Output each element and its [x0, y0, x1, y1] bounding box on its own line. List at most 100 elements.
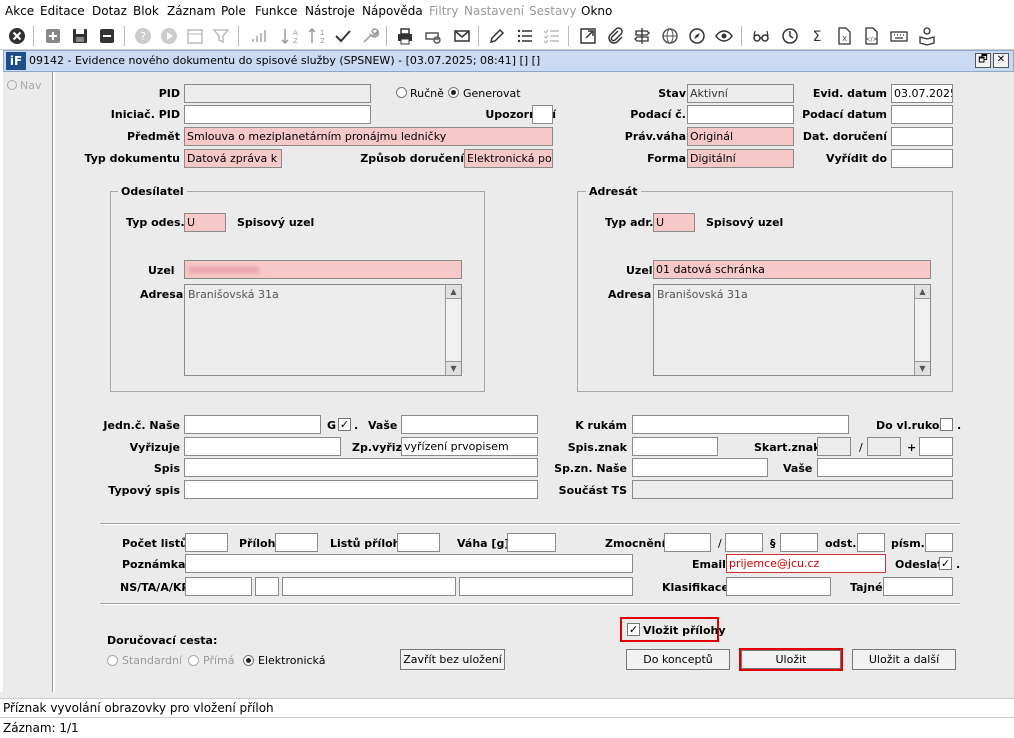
- sum-icon[interactable]: Σ: [806, 25, 828, 47]
- zp-vyriz-field[interactable]: vyřízení prvopisem: [401, 437, 538, 456]
- upozorneni-field[interactable]: [532, 105, 553, 124]
- k-rukam-field[interactable]: [632, 415, 849, 434]
- adr-adresa-scrollbar[interactable]: ▲ ▼: [914, 285, 930, 375]
- eye-icon[interactable]: [713, 25, 735, 47]
- menu-okno[interactable]: Okno: [581, 4, 612, 18]
- keyboard-icon[interactable]: [888, 25, 910, 47]
- vase-field[interactable]: [401, 415, 538, 434]
- odeslat-checkbox[interactable]: ✓: [939, 557, 952, 570]
- restore-window-button[interactable]: 🗗: [975, 53, 991, 68]
- list-icon[interactable]: [514, 25, 536, 47]
- predmet-field[interactable]: Smlouva o meziplanetárním pronájmu ledni…: [184, 127, 553, 146]
- globe-icon[interactable]: [659, 25, 681, 47]
- email-field[interactable]: prijemce@jcu.cz: [726, 554, 886, 573]
- g-checkbox[interactable]: ✓: [338, 418, 351, 431]
- inic-pid-field[interactable]: [184, 105, 371, 124]
- clock-icon[interactable]: [779, 25, 801, 47]
- code-file-icon[interactable]: </>: [860, 25, 882, 47]
- spis-field[interactable]: [184, 458, 538, 477]
- kp-field[interactable]: [459, 577, 633, 596]
- dat-doruceni-field[interactable]: [891, 127, 953, 146]
- attachment-icon[interactable]: [604, 25, 626, 47]
- evid-datum-field[interactable]: 03.07.2025: [891, 84, 953, 103]
- print-icon[interactable]: [394, 25, 416, 47]
- pocet-listu-field[interactable]: [185, 533, 228, 552]
- remove-record-icon[interactable]: [96, 25, 118, 47]
- forma-field[interactable]: Digitální: [687, 149, 794, 168]
- mail-icon[interactable]: [451, 25, 473, 47]
- listu-priloh-field[interactable]: [397, 533, 440, 552]
- print-preview-icon[interactable]: [422, 25, 444, 47]
- close-window-button[interactable]: ✕: [993, 53, 1009, 68]
- priloh-field[interactable]: [275, 533, 318, 552]
- menu-pole[interactable]: Pole: [221, 4, 246, 18]
- check-icon[interactable]: [332, 25, 354, 47]
- jednc-nase-field[interactable]: [184, 415, 321, 434]
- save-icon[interactable]: [69, 25, 91, 47]
- ns-field[interactable]: [185, 577, 252, 596]
- zpusob-doruceni-field[interactable]: Elektronická pošta: [464, 149, 553, 168]
- typ-dokumentu-field[interactable]: Datová zpráva k od: [184, 149, 282, 168]
- menu-blok[interactable]: Blok: [133, 4, 159, 18]
- odes-adresa-field[interactable]: Branišovská 31a ▲ ▼: [184, 284, 462, 376]
- tajne-field[interactable]: [883, 577, 953, 596]
- vlozit-prilohy-checkbox[interactable]: ✓: [627, 623, 640, 636]
- excel-icon[interactable]: X: [833, 25, 855, 47]
- scroll-up-icon[interactable]: ▲: [915, 285, 930, 299]
- podaci-datum-field[interactable]: [891, 105, 953, 124]
- glasses-icon[interactable]: [750, 25, 772, 47]
- vyrizuje-field[interactable]: [184, 437, 341, 456]
- sp-zn-nase-field[interactable]: [632, 458, 768, 477]
- paragraph-field[interactable]: [780, 533, 818, 552]
- podaci-c-field[interactable]: [687, 105, 794, 124]
- zavrit-bez-ulozeni-button[interactable]: Zavřít bez uložení: [400, 649, 505, 670]
- odst-field[interactable]: [857, 533, 885, 552]
- sp-zn-vase-field[interactable]: [817, 458, 953, 477]
- klasifikace-field[interactable]: [726, 577, 831, 596]
- close-circle-icon[interactable]: [6, 25, 28, 47]
- typ-odes-field[interactable]: U: [184, 213, 226, 232]
- generovat-radio[interactable]: [448, 87, 459, 98]
- menu-funkce[interactable]: Funkce: [255, 4, 297, 18]
- person-book-icon[interactable]: [916, 25, 938, 47]
- add-record-icon[interactable]: [42, 25, 64, 47]
- ta-field[interactable]: [255, 577, 279, 596]
- external-link-icon[interactable]: [577, 25, 599, 47]
- menu-nastroje[interactable]: Nástroje: [305, 4, 355, 18]
- poznamka-field[interactable]: [185, 554, 633, 573]
- vyridit-do-field[interactable]: [891, 149, 953, 168]
- wrench-icon[interactable]: [359, 25, 381, 47]
- menu-zaznam[interactable]: Záznam: [167, 4, 216, 18]
- zmocneni-rok-field[interactable]: [725, 533, 763, 552]
- typ-adr-field[interactable]: U: [653, 213, 695, 232]
- compass-icon[interactable]: [686, 25, 708, 47]
- menu-napoveda[interactable]: Nápověda: [362, 4, 423, 18]
- prav-vaha-field[interactable]: Originál: [687, 127, 794, 146]
- ulozit-a-dalsi-button[interactable]: Uložit a další: [852, 649, 956, 670]
- scroll-down-icon[interactable]: ▼: [446, 361, 461, 375]
- adr-uzel-field[interactable]: 01 datová schránka: [653, 260, 931, 279]
- adr-adresa-field[interactable]: Branišovská 31a ▲ ▼: [653, 284, 931, 376]
- do-konceptu-button[interactable]: Do konceptů: [626, 649, 730, 670]
- zmocneni-field[interactable]: [664, 533, 711, 552]
- odes-adresa-scrollbar[interactable]: ▲ ▼: [445, 285, 461, 375]
- do-vl-rukou-checkbox[interactable]: [940, 418, 953, 431]
- signpost-icon[interactable]: [631, 25, 653, 47]
- a-field[interactable]: [282, 577, 456, 596]
- pism-field[interactable]: [925, 533, 953, 552]
- typovy-spis-field[interactable]: [184, 480, 538, 499]
- scroll-down-icon[interactable]: ▼: [915, 361, 930, 375]
- elektronicka-radio[interactable]: [243, 655, 254, 666]
- scroll-up-icon[interactable]: ▲: [446, 285, 461, 299]
- nav-toggle[interactable]: Nav: [7, 79, 41, 92]
- edit-icon[interactable]: [486, 25, 508, 47]
- rucne-radio[interactable]: [396, 87, 407, 98]
- odes-uzel-field[interactable]: [184, 260, 462, 279]
- skart-plus-field[interactable]: [919, 437, 953, 456]
- vaha-field[interactable]: [507, 533, 556, 552]
- menu-akce[interactable]: Akce: [5, 4, 34, 18]
- spis-znak-field[interactable]: [632, 437, 718, 456]
- menu-editace[interactable]: Editace: [40, 4, 85, 18]
- ulozit-button[interactable]: Uložit: [741, 650, 841, 669]
- menu-dotaz[interactable]: Dotaz: [92, 4, 127, 18]
